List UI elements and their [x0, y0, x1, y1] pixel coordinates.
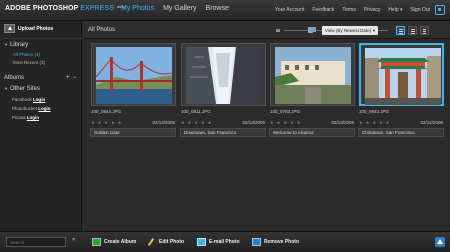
upload-icon: [4, 24, 15, 33]
link-terms[interactable]: Terms: [342, 7, 356, 13]
rating-stars[interactable]: ★ ★ ★ ★ ★: [359, 120, 390, 125]
photo-caption[interactable]: Chinatown, San Francisco: [358, 128, 444, 137]
remove-photo-label: Remove Photo: [264, 239, 300, 245]
link-privacy[interactable]: Privacy: [364, 7, 380, 13]
photo-card[interactable]: 100_0811.JPG ★ ★ ★ ★ ★ 02/13/2006 Downto…: [180, 43, 266, 144]
photo-downtown[interactable]: [186, 47, 262, 104]
sidebar-item-most-recent[interactable]: Most Recent (3): [13, 60, 45, 65]
site-facebook: Facebook Login: [12, 97, 45, 102]
photo-card[interactable]: 100_0643.JPG ★ ★ ★ ★ ★ 02/12/2006 Chinat…: [358, 43, 444, 144]
thumbnail-frame[interactable]: [181, 43, 266, 106]
photo-card[interactable]: 100_0783.JPG ★ ★ ★ ★ ★ 02/13/2006 Welcom…: [269, 43, 355, 144]
scroll-up-icon[interactable]: [435, 237, 445, 247]
site-name: Photobucket: [12, 106, 38, 111]
brand-sub: EXPRESS: [80, 5, 115, 12]
photo-filename: 100_0844.JPG: [91, 109, 122, 114]
user-links: Your Account Feedback Terms Privacy Help…: [275, 7, 430, 13]
site-name: Facebook: [12, 97, 32, 102]
photo-date: 02/13/2006: [242, 120, 265, 125]
photo-date: 02/13/2006: [152, 120, 175, 125]
photo-filename: 100_0811.JPG: [181, 109, 211, 114]
edit-photo-label: Edit Photo: [159, 239, 184, 245]
photo-caption[interactable]: Downtown, San Francisco: [180, 128, 266, 137]
create-album-label: Create Album: [104, 239, 137, 245]
sidebar: Upload Photos ▼ Library All Photos (4) Mo…: [0, 21, 82, 231]
brand-main: ADOBE: [5, 5, 31, 12]
search-input[interactable]: Search: [6, 237, 66, 247]
email-photo-label: E-mail Photo: [209, 239, 240, 245]
email-icon: [197, 238, 206, 246]
app-window: ADOBE PHOTOSHOP EXPRESS BETA My Photos M…: [0, 0, 450, 252]
corner-app-icon[interactable]: [435, 5, 445, 15]
other-sites-label: Other Sites: [9, 86, 40, 92]
sidebar-divider: [0, 38, 82, 39]
library-header[interactable]: ▼ Library: [4, 42, 28, 48]
nav-my-gallery[interactable]: My Gallery: [163, 5, 196, 12]
email-photo-button[interactable]: E-mail Photo: [197, 238, 240, 246]
thumbnail-frame[interactable]: [270, 43, 355, 106]
photo-caption[interactable]: Golden Gate: [90, 128, 176, 137]
album-icon: [92, 238, 101, 246]
brand-logo: ADOBE PHOTOSHOP EXPRESS BETA: [5, 5, 125, 12]
site-picasa: Picasa Login: [12, 115, 39, 120]
chevron-down-icon[interactable]: ▼: [71, 237, 76, 243]
photo-filename: 100_0783.JPG: [270, 109, 301, 114]
zoom-small-icon[interactable]: [276, 29, 280, 32]
photo-date: 02/13/2006: [331, 120, 354, 125]
zoom-large-icon[interactable]: [310, 27, 316, 32]
upload-label: Upload Photos: [18, 25, 54, 32]
edit-icon: [147, 238, 156, 246]
picasa-login-link[interactable]: Login: [27, 115, 39, 120]
nav-my-photos[interactable]: My Photos: [121, 5, 154, 12]
link-help[interactable]: Help ▾: [388, 7, 402, 13]
link-feedback[interactable]: Feedback: [312, 7, 334, 13]
photo-grid: 100_0844.JPG ★ ★ ★ ★ ★ 02/13/2006 Golden…: [83, 39, 450, 231]
link-sign-out[interactable]: Sign Out: [411, 7, 430, 13]
sort-select[interactable]: View (By Newest Date) ▼: [322, 26, 378, 35]
bottom-action-bar: Search ▼ Create Album Edit Photo E-mail …: [0, 231, 450, 252]
upload-photos-button[interactable]: Upload Photos: [4, 24, 53, 33]
albums-label: Albums: [4, 75, 25, 81]
thumbnail-frame[interactable]: [359, 43, 444, 106]
create-album-button[interactable]: Create Album: [92, 238, 136, 246]
photo-date: 02/12/2006: [420, 120, 443, 125]
rating-stars[interactable]: ★ ★ ★ ★ ★: [181, 120, 212, 125]
grid-view-icon[interactable]: [396, 26, 405, 35]
site-photobucket: Photobucket Login: [12, 106, 51, 111]
top-nav: My Photos My Gallery Browse: [121, 5, 229, 12]
detail-view-icon[interactable]: [420, 26, 429, 35]
rating-stars[interactable]: ★ ★ ★ ★ ★: [91, 120, 122, 125]
collapse-triangle-icon: ▼: [4, 42, 8, 47]
chevron-down-icon: ▼: [372, 28, 376, 33]
top-header: ADOBE PHOTOSHOP EXPRESS BETA My Photos M…: [0, 0, 450, 21]
remove-icon: [252, 238, 261, 246]
sort-select-value: View (By Newest Date): [325, 28, 372, 33]
photo-golden-gate[interactable]: [96, 47, 172, 104]
library-label: Library: [9, 42, 29, 48]
list-view-icon[interactable]: [408, 26, 417, 35]
photo-alcatraz[interactable]: [275, 47, 351, 104]
photo-filename: 100_0643.JPG: [359, 109, 390, 114]
remove-photo-button[interactable]: Remove Photo: [252, 238, 299, 246]
add-album-icon[interactable]: +: [66, 75, 70, 81]
photo-chinatown[interactable]: [365, 48, 441, 105]
sidebar-item-all-photos[interactable]: All Photos (4): [13, 52, 40, 57]
collapse-triangle-icon: ▼: [4, 86, 8, 91]
main-toolbar: All Photos View (By Newest Date) ▼: [83, 21, 450, 39]
albums-header: Albums: [4, 75, 24, 81]
photo-card[interactable]: 100_0844.JPG ★ ★ ★ ★ ★ 02/13/2006 Golden…: [90, 43, 176, 144]
link-your-account[interactable]: Your Account: [275, 7, 304, 13]
brand-product: PHOTOSHOP: [32, 5, 79, 12]
page-title: All Photos: [88, 27, 116, 33]
photo-caption[interactable]: Welcome to Alcatraz: [269, 128, 355, 137]
other-sites-header[interactable]: ▼ Other Sites: [4, 86, 40, 92]
rating-stars[interactable]: ★ ★ ★ ★ ★: [270, 120, 301, 125]
remove-album-icon[interactable]: −: [73, 75, 77, 81]
facebook-login-link[interactable]: Login: [33, 97, 45, 102]
nav-browse[interactable]: Browse: [206, 5, 229, 12]
photobucket-login-link[interactable]: Login: [38, 106, 50, 111]
site-name: Picasa: [12, 115, 26, 120]
edit-photo-button[interactable]: Edit Photo: [147, 238, 184, 246]
thumbnail-frame[interactable]: [91, 43, 176, 106]
